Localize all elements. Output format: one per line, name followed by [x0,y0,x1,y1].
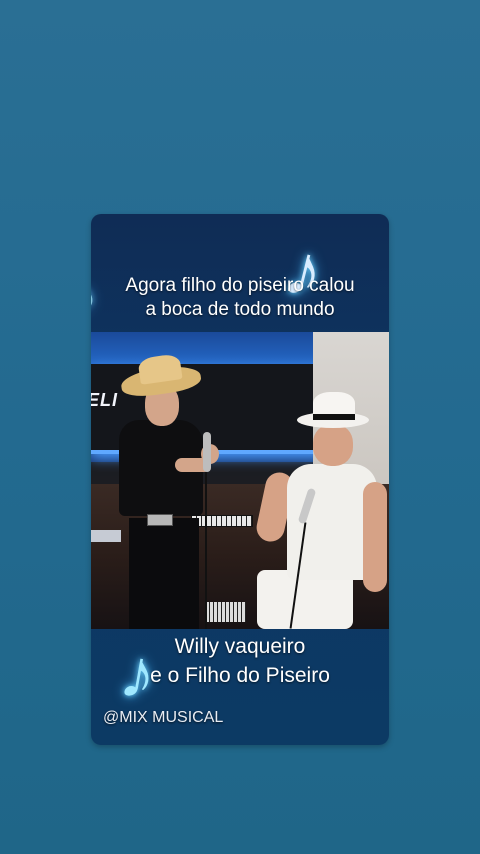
person-right-head [313,424,353,466]
caption-top: Agora filho do piseiro calou a boca de t… [91,274,389,322]
monitor [91,530,121,542]
belt-buckle [147,514,173,526]
person-right-arm [363,482,387,592]
caption-bottom-line2: e o Filho do Piseiro [150,664,330,687]
watermark: @MIX MUSICAL [103,709,224,726]
video-frame: ELI IC [91,332,389,629]
keyboard [206,602,246,622]
caption-top-line2: a boca de todo mundo [145,299,335,320]
hat-band [313,414,355,420]
keyboard [191,515,253,527]
caption-top-line1: Agora filho do piseiro calou [125,275,355,296]
microphone [203,432,211,472]
video-card[interactable]: ♪ ♪ Agora filho do piseiro calou a boca … [91,214,389,745]
mic-cable [205,472,207,629]
caption-bottom: Willy vaqueiro e o Filho do Piseiro [91,632,389,690]
caption-bottom-line1: Willy vaqueiro [174,635,306,658]
person-left-legs [129,518,199,629]
